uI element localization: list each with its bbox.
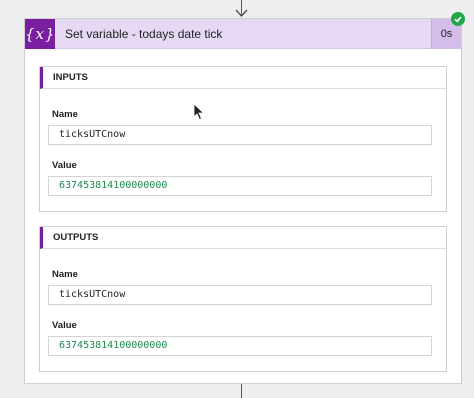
- variable-icon: {x}: [25, 19, 55, 49]
- action-title: Set variable - todays date tick: [65, 27, 223, 41]
- arrow-down-icon: [235, 9, 248, 17]
- outputs-value-label: Value: [52, 320, 77, 331]
- outputs-name-field[interactable]: ticksUTCnow: [48, 285, 432, 305]
- outputs-section: OUTPUTS Name ticksUTCnow Value 637453814…: [39, 226, 447, 372]
- outputs-value-field[interactable]: 637453814100000000: [48, 336, 432, 356]
- check-circle-icon: [451, 12, 465, 26]
- flow-connector-bottom: [241, 384, 242, 398]
- action-card: {x} Set variable - todays date tick 0s I…: [24, 18, 462, 384]
- inputs-section: INPUTS Name ticksUTCnow Value 6374538141…: [39, 66, 447, 212]
- inputs-name-field[interactable]: ticksUTCnow: [48, 125, 432, 145]
- outputs-name-label: Name: [52, 269, 78, 280]
- inputs-name-label: Name: [52, 109, 78, 120]
- action-header[interactable]: {x} Set variable - todays date tick 0s: [25, 19, 461, 49]
- inputs-heading: INPUTS: [40, 67, 446, 89]
- inputs-value-field[interactable]: 637453814100000000: [48, 176, 432, 196]
- mouse-pointer-icon: [193, 103, 205, 121]
- inputs-value-label: Value: [52, 160, 77, 171]
- outputs-heading: OUTPUTS: [40, 227, 446, 249]
